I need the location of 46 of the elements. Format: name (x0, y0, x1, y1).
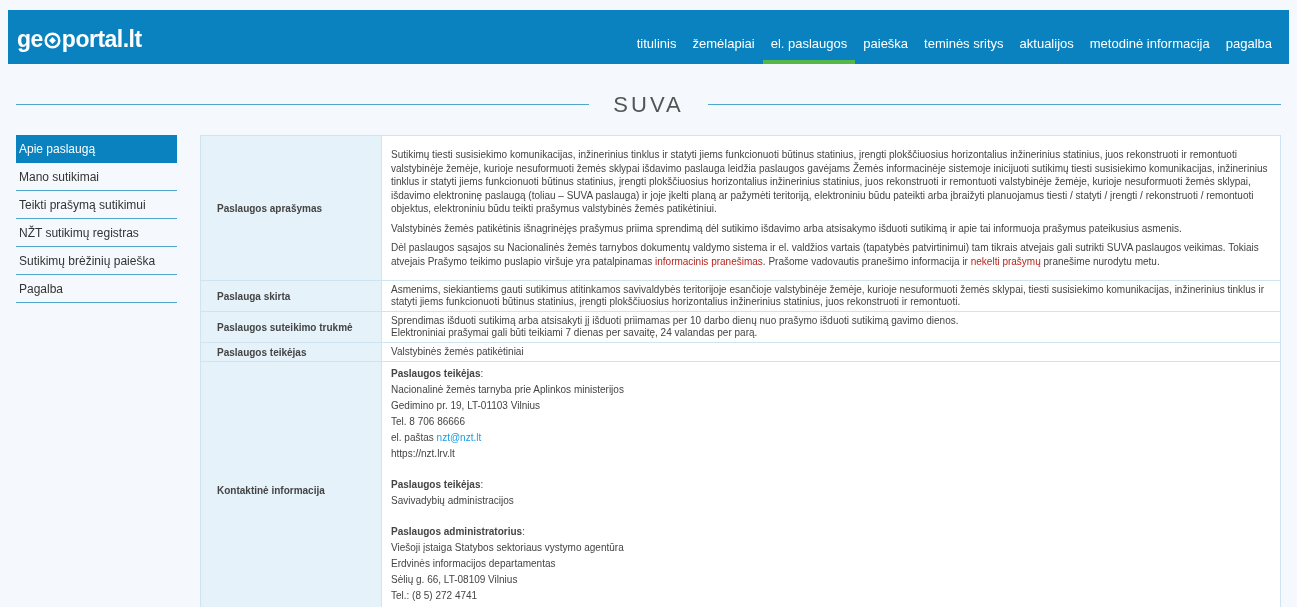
site-logo[interactable]: ge portal.lt (17, 20, 142, 57)
nav-tab[interactable]: aktualijos (1011, 33, 1082, 64)
row-label: Paslaugos suteikimo trukmė (200, 311, 382, 343)
sidebar-item[interactable]: Pagalba (16, 275, 177, 303)
sidebar-item[interactable]: Sutikimų brėžinių paieška (16, 247, 177, 275)
nav-tab[interactable]: žemėlapiai (684, 33, 763, 64)
email-link[interactable]: nzt@nzt.lt (436, 430, 482, 446)
description-paragraph: Valstybinės žemės patikėtinis išnagrinėjęs prašymus priima sprendimą dėl sutikimo išdavimo arba atsisakymo išduoti sutikimą ir apie tai informuoja prašymus pateikusius asmenis. (391, 221, 1183, 235)
globe-icon (43, 32, 61, 50)
cell-text: Valstybinės žemės patikėtiniai (391, 346, 525, 358)
page-title: SUVA (613, 91, 684, 119)
contact-line: Savivadybių administracijos (391, 494, 515, 508)
contact-line: Gedimino pr. 19, LT-01103 Vilnius (391, 399, 541, 413)
contact-heading: Paslaugos teikėjas: (391, 478, 485, 492)
description-paragraph: Sutikimų tiesti susisiekimo komunikacijas, inžinerinius tinklus ir statyti jiems funkcionuoti būtinus statinius, įrengti plokščiuosius horizontalius inžinerinius statinius, juos rekonstruoti ir remontuoti valstybinėje žemėje, kurioje nesuformuoti žemės sklypai išdavimo paslauga leidžia paslaugos gavėjams Žemės informacinėje sistemoje inicijuoti sutikimų tiesti susisiekimo komunikacijas, inžinerinius tinklus ir statyti jiems funkcionuoti būtinus statinius, įrengti plokščiuosius horizontalius inžinerinius statinius, juos rekonstruoti ir remontuoti valstybinėje žemėje, kurioje nesuformuoti žemės sklypai, išdavimo elektroninę paslaugą (toliau – SUVA paslauga) ir joje įkelti planą ar pažymėti teritoriją, elektroniniu būdu pateikti arba įbraižyti planuojamus tiesti / statyti / įrengti / rekonstruoti / remontuoti objektus, elektroniniu būdu teikti prašymus valstybinės žemės patikėtiniui. (391, 148, 1269, 216)
contact-line: Viešoji įstaiga Statybos sektoriaus vystymo agentūra (391, 541, 625, 555)
nav-tab[interactable]: metodinė informacija (1081, 33, 1218, 64)
cell-text: Elektroniniai prašymai gali būti teikiami 7 dienas per savaitę, 24 valandas per parą. (391, 327, 759, 339)
cell-text: Asmenims, siekiantiems gauti sutikimus atitinkamos savivaldybės teritorijoje esančioje valstybinėje žemėje, kurioje nesuformuoti žemės sklypai, tiesti susisiekimo komunikacijas, inžinerinius tinklus ir statyti jiems funkcionuoti būtinus statinius, įrengti plokščiuosius horizontalius inžinerinius statinius, juos rekonstruoti ir remontuoti. (391, 284, 1266, 308)
contact-line: Erdvinės informacijos departamentas (391, 557, 557, 571)
row-label: Kontaktinė informacija (200, 361, 382, 607)
nav-tab[interactable]: el. paslaugos (762, 33, 856, 64)
contact-line: https://nzt.lrv.lt (391, 447, 456, 461)
sidebar-item[interactable]: Apie paslaugą (16, 135, 177, 163)
row-label: Paslauga skirta (200, 280, 382, 312)
description-paragraph: Dėl paslaugos sąsajos su Nacionalinės žemės tarnybos dokumentų valdymo sistema ir el. valdžios vartais (tapatybės patvirtinimui) tam tikrais atvejais gali sutrikti SUVA paslaugos veikimas. Tokiais atvejais Prašymo teikimo puslapio viršuje yra patalpinamas informacinis pranešimas. Prašome vadovautis pranešimo informacija ir nekelti prašymų pranešime nurodytu metu. (391, 241, 1260, 268)
nav-tab[interactable]: teminės sritys (916, 33, 1012, 64)
contact-line: Tel.: (8 5) 272 4741 (391, 589, 479, 603)
text-link[interactable]: informacinis pranešimas (655, 255, 763, 267)
cell-text: Sprendimas išduoti sutikimą arba atsisakyti jį išduoti priimamas per 10 darbo dienų nuo prašymo išduoti sutikimą gavimo dienos. (391, 315, 960, 327)
email-label: el. paštas (391, 431, 435, 445)
text-link[interactable]: nekelti prašymų (970, 255, 1041, 267)
sidebar-item[interactable]: NŽT sutikimų registras (16, 219, 177, 247)
nav-tab[interactable]: paieška (855, 33, 917, 64)
nav-tab[interactable]: titulinis (628, 33, 685, 64)
logo-text: ge (17, 25, 43, 54)
contact-heading: Paslaugos teikėjas: (391, 367, 485, 381)
contact-line: Tel. 8 706 86666 (391, 415, 466, 429)
row-label: Paslaugos aprašymas (200, 135, 382, 281)
nav-tab[interactable]: pagalba (1217, 33, 1280, 64)
contact-line: Nacionalinė žemės tarnyba prie Aplinkos ministerijos (391, 383, 625, 397)
sidebar-item[interactable]: Mano sutikimai (16, 163, 177, 191)
sidebar-item[interactable]: Teikti prašymą sutikimui (16, 191, 177, 219)
contact-line: Sėlių g. 66, LT-08109 Vilnius (391, 573, 519, 587)
contact-heading: Paslaugos administratorius: (391, 525, 526, 539)
logo-text: portal.lt (61, 25, 142, 54)
